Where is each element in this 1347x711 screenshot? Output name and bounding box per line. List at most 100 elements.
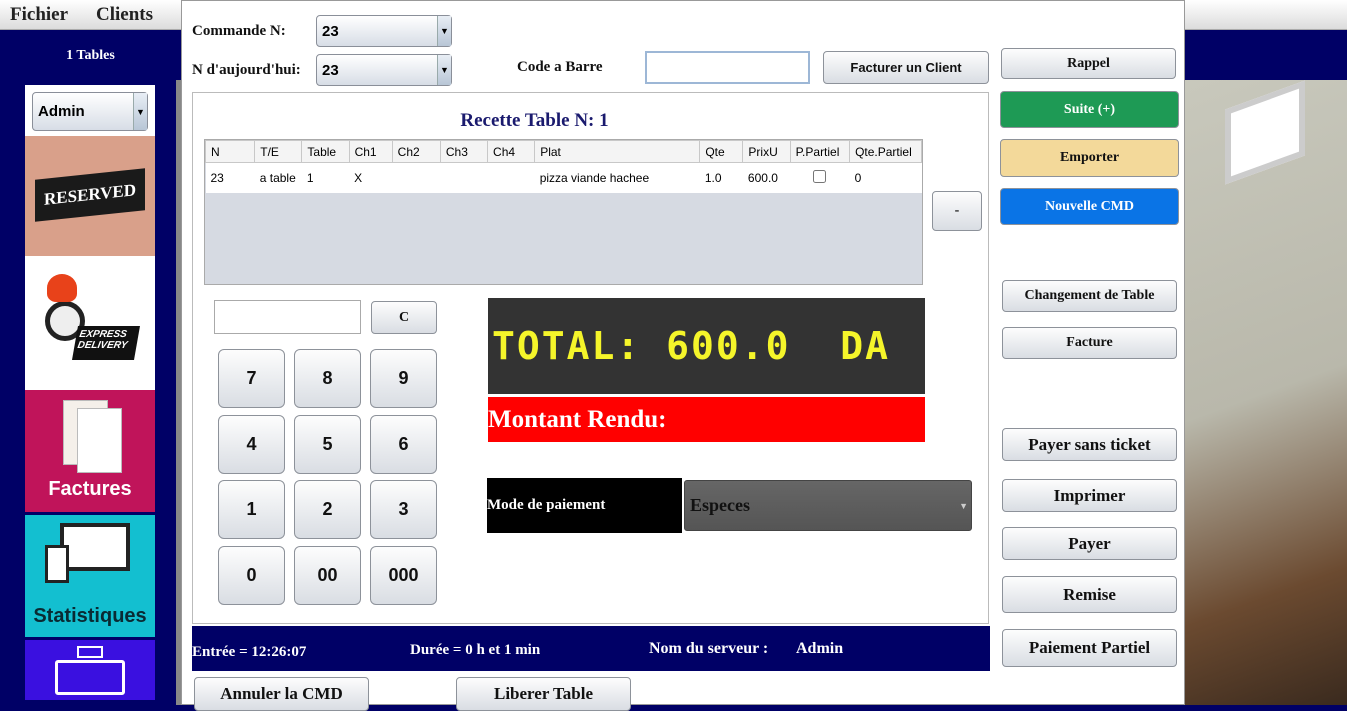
flame-icon (47, 274, 77, 302)
user-select-container: Admin ▼ (25, 85, 155, 136)
key-7[interactable]: 7 (218, 349, 285, 408)
column-header[interactable]: T/E (254, 140, 303, 163)
partial-checkbox[interactable] (813, 169, 827, 183)
barcode-label: Code a Barre (517, 59, 603, 75)
key-00[interactable]: 00 (294, 545, 361, 605)
column-header[interactable]: Plat (534, 140, 701, 163)
table-row[interactable]: 23 a table 1 Xpizza viande hachee 1.0 600.0 0 (205, 162, 922, 193)
key-1[interactable]: 1 (218, 480, 285, 539)
key-5[interactable]: 5 (294, 414, 361, 474)
pay-no-ticket-button[interactable]: Payer sans ticket (1002, 428, 1177, 461)
new-order-button[interactable]: Nouvelle CMD (1000, 188, 1179, 225)
column-header[interactable]: P.Partiel (789, 140, 851, 163)
menu-fichier[interactable]: Fichier (10, 4, 68, 26)
chevron-down-icon: ▼ (133, 93, 147, 130)
chevron-down-icon: ▼ (437, 55, 451, 85)
entry-time: Entrée = 12:26:07 (192, 644, 307, 660)
tablet-icon (45, 545, 69, 583)
user-select[interactable]: Admin ▼ (32, 92, 148, 131)
change-table-button[interactable]: Changement de Table (1002, 280, 1177, 312)
cell-ch3 (440, 163, 487, 193)
tile-caisse[interactable] (25, 640, 155, 700)
statistiques-label: Statistiques (33, 605, 147, 627)
suite-button[interactable]: Suite (+) (1000, 91, 1179, 128)
cell-te: a table (259, 170, 296, 185)
cell-qtepartiel: 0 (854, 170, 862, 185)
commande-value: 23 (322, 22, 339, 40)
free-table-button[interactable]: Liberer Table (456, 677, 631, 711)
rappel-button[interactable]: Rappel (1001, 48, 1176, 79)
discount-button[interactable]: Remise (1002, 576, 1177, 613)
chart-monitor-icon (60, 523, 130, 571)
express-delivery-badge: EXPRESS DELIVERY (72, 326, 140, 360)
invoice-client-button[interactable]: Facturer un Client (823, 51, 989, 84)
reserved-sign-icon: RESERVED (35, 168, 145, 222)
chevron-down-icon: ▼ (437, 16, 451, 46)
payment-mode-select[interactable]: Especes ▼ (684, 480, 972, 531)
order-table: N T/E Table Ch1 Ch2 Ch3 Ch4 Plat Qte PrixU P.Parti… (204, 139, 923, 285)
today-value: 23 (322, 61, 339, 79)
column-header[interactable]: Ch1 (348, 140, 393, 163)
barcode-input[interactable] (645, 51, 810, 84)
partial-payment-button[interactable]: Paiement Partiel (1002, 629, 1177, 667)
key-0[interactable]: 0 (218, 545, 285, 605)
chevron-down-icon: ▼ (959, 500, 968, 511)
column-header[interactable]: Table (301, 140, 350, 163)
window-image (1225, 80, 1305, 185)
cell-plat: pizza viande hachee (539, 170, 650, 185)
facture-button[interactable]: Facture (1002, 327, 1177, 359)
cancel-order-button[interactable]: Annuler la CMD (194, 677, 369, 711)
cash-register-icon (55, 660, 125, 695)
remove-item-button[interactable]: - (932, 191, 982, 231)
cell-ch1: X (354, 170, 363, 185)
column-header[interactable]: Qte (699, 140, 744, 163)
cell-table: 1 (306, 170, 314, 185)
status-footer: Entrée = 12:26:07 Durée = 0 h et 1 min N… (192, 626, 990, 671)
key-6[interactable]: 6 (370, 414, 437, 474)
recette-title: Recette Table N: 1 (460, 110, 609, 131)
column-header[interactable]: N (204, 140, 256, 163)
key-3[interactable]: 3 (370, 480, 437, 539)
column-header[interactable]: Qte.Partiel (849, 140, 922, 163)
column-header[interactable]: Ch3 (439, 140, 489, 163)
cell-ch2 (392, 163, 440, 193)
print-button[interactable]: Imprimer (1002, 479, 1177, 512)
key-2[interactable]: 2 (294, 480, 361, 539)
emporter-button[interactable]: Emporter (1000, 139, 1179, 177)
column-header[interactable]: PrixU (742, 140, 791, 163)
total-display: TOTAL: 600.0 DA (488, 298, 925, 394)
key-4[interactable]: 4 (218, 414, 285, 474)
keypad-input[interactable] (214, 300, 361, 334)
duration: Durée = 0 h et 1 min (410, 642, 541, 658)
factures-label: Factures (48, 478, 132, 500)
tile-factures[interactable]: Factures (25, 390, 155, 512)
server-label: Nom du serveur : (649, 640, 769, 657)
recette-panel: Recette Table N: 1 N T/E Table Ch1 Ch2 Ch3 Ch4… (192, 92, 989, 624)
cell-qte: 1.0 (704, 170, 722, 185)
cell-ch4 (488, 163, 535, 193)
today-select[interactable]: 23 ▼ (316, 54, 452, 86)
today-label: N d'aujourd'hui: (192, 62, 301, 78)
montant-rendu: Montant Rendu: (488, 397, 925, 442)
cell-ppartiel (790, 163, 849, 193)
tile-reserved[interactable]: RESERVED (25, 136, 155, 256)
commande-label: Commande N: (192, 23, 286, 39)
column-header[interactable]: Ch4 (487, 140, 536, 163)
cell-prixu: 600.0 (747, 170, 778, 185)
pay-button[interactable]: Payer (1002, 527, 1177, 560)
clear-button[interactable]: C (371, 301, 437, 334)
background-image (1185, 80, 1347, 705)
tables-count: 1 Tables (66, 48, 115, 63)
key-9[interactable]: 9 (370, 349, 437, 408)
tile-delivery[interactable]: EXPRESS DELIVERY (25, 256, 155, 390)
payment-mode-value: Especes (690, 495, 750, 515)
menu-clients[interactable]: Clients (96, 4, 153, 26)
user-select-value: Admin (38, 103, 85, 120)
tile-statistiques[interactable]: Statistiques (25, 515, 155, 637)
payment-mode-label: Mode de paiement (487, 478, 682, 533)
cell-n: 23 (210, 170, 224, 185)
commande-select[interactable]: 23 ▼ (316, 15, 452, 47)
key-8[interactable]: 8 (294, 349, 361, 408)
column-header[interactable]: Ch2 (391, 140, 441, 163)
key-000[interactable]: 000 (370, 545, 437, 605)
